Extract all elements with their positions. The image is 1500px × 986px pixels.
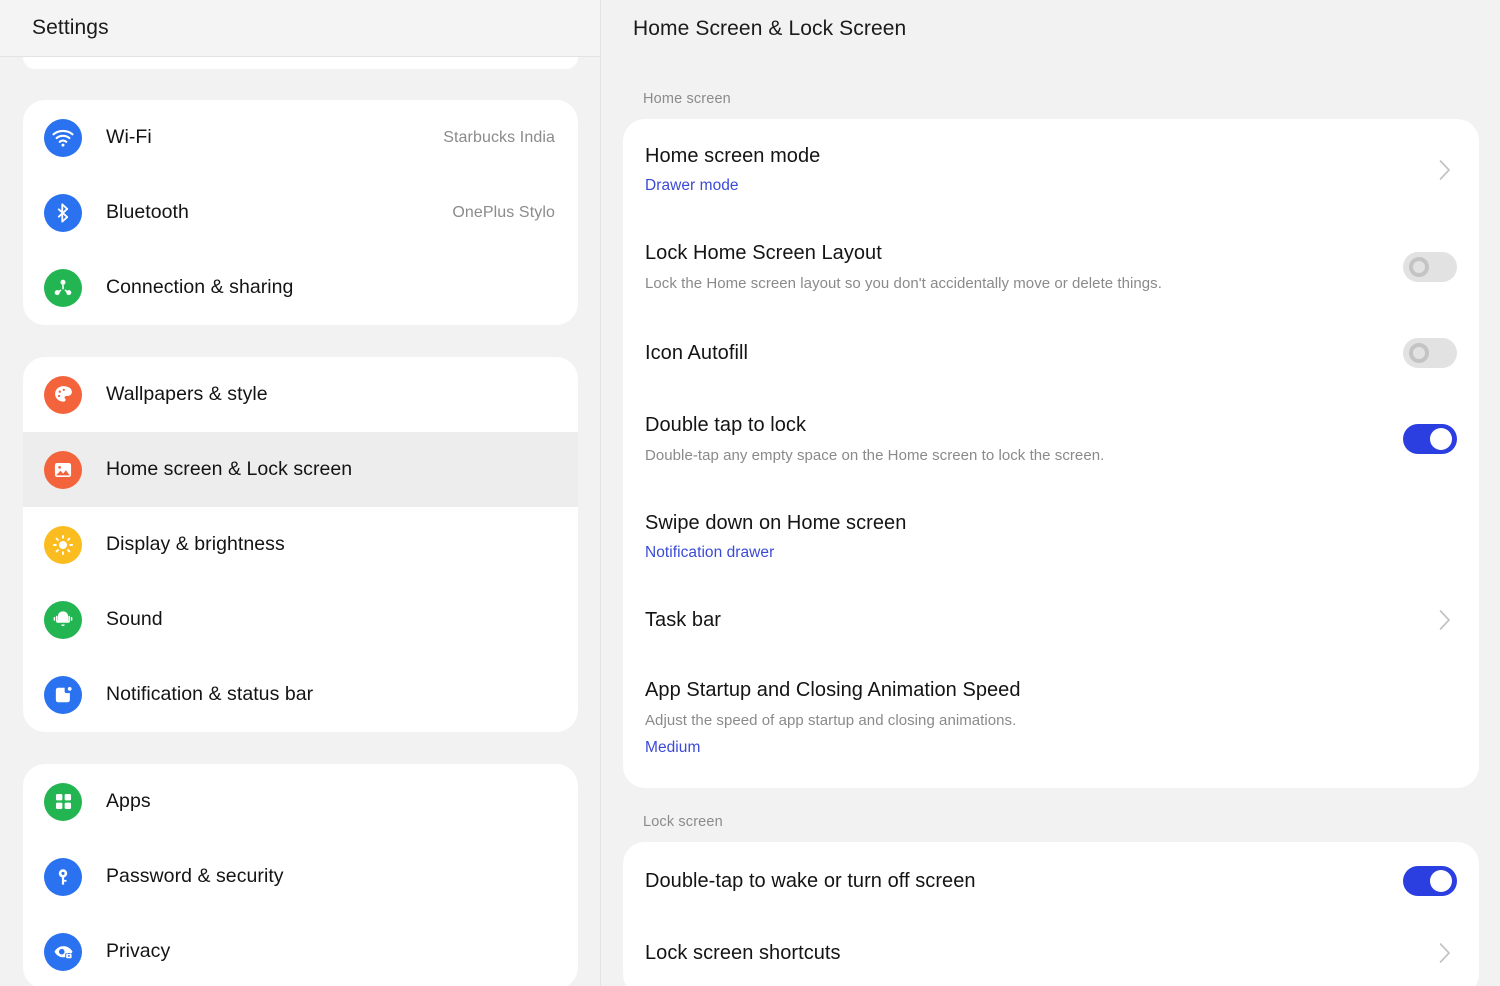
setting-title: App Startup and Closing Animation Speed	[645, 677, 1457, 703]
page-title: Settings	[32, 16, 109, 40]
toggle-knob	[1430, 428, 1452, 450]
notification-icon	[44, 676, 82, 714]
setting-title: Lock Home Screen Layout	[645, 240, 1383, 266]
sidebar-item-display-brightness[interactable]: Display & brightness	[23, 507, 578, 582]
sidebar-group-card: Wallpapers & style Home screen & Lock sc…	[23, 357, 578, 732]
scrolled-card-stub	[23, 57, 578, 69]
toggle-switch[interactable]	[1403, 252, 1457, 282]
setting-description: Lock the Home screen layout so you don't…	[645, 273, 1383, 294]
bluetooth-icon	[44, 194, 82, 232]
setting-text-block: Icon Autofill	[645, 340, 1383, 366]
setting-description: Adjust the speed of app startup and clos…	[645, 710, 1457, 731]
chevron-right-icon[interactable]	[1433, 941, 1457, 965]
sidebar-item-password-security[interactable]: Password & security	[23, 839, 578, 914]
sidebar-item-value: Starbucks India	[443, 129, 555, 147]
sidebar-item-privacy[interactable]: Privacy	[23, 914, 578, 986]
settings-sidebar: Settings Wi-Fi Starbucks India Bluetooth O…	[0, 0, 601, 986]
sidebar-item-label: Home screen & Lock screen	[106, 458, 352, 481]
setting-row[interactable]: Swipe down on Home screen Notification dr…	[645, 488, 1457, 585]
setting-row[interactable]: Double tap to lock Double-tap any empty s…	[645, 390, 1457, 488]
sidebar-item-value: OnePlus Stylo	[452, 204, 555, 222]
setting-title: Lock screen shortcuts	[645, 940, 1413, 966]
setting-row[interactable]: Task bar	[645, 585, 1457, 655]
connection-sharing-icon	[44, 269, 82, 307]
setting-row[interactable]: Icon Autofill	[645, 316, 1457, 390]
panel-divider	[600, 0, 601, 986]
content-panel: Home Screen & Lock Screen Home screenHom…	[601, 0, 1500, 986]
setting-text-block: Task bar	[645, 607, 1413, 633]
sidebar-item-label: Wallpapers & style	[106, 383, 268, 406]
setting-title: Task bar	[645, 607, 1413, 633]
sidebar-item-label: Connection & sharing	[106, 276, 293, 299]
sidebar-item-sound[interactable]: Sound	[23, 582, 578, 657]
section-label: Lock screen	[623, 788, 1478, 842]
toggle-knob	[1409, 257, 1429, 277]
sidebar-item-label: Password & security	[106, 865, 284, 888]
section-label: Home screen	[623, 57, 1478, 119]
setting-title: Double tap to lock	[645, 412, 1383, 438]
sun-icon	[44, 526, 82, 564]
palette-icon	[44, 376, 82, 414]
setting-text-block: Double tap to lock Double-tap any empty s…	[645, 412, 1383, 466]
setting-current-value: Medium	[645, 737, 1457, 758]
setting-title: Icon Autofill	[645, 340, 1383, 366]
sidebar-group-card: Apps Password & security Privacy	[23, 764, 578, 986]
sidebar-scroll-area[interactable]: Wi-Fi Starbucks India Bluetooth OnePlus St…	[0, 57, 601, 986]
sidebar-item-notification-status-bar[interactable]: Notification & status bar	[23, 657, 578, 732]
sidebar-item-label: Apps	[106, 790, 151, 813]
toggle-switch[interactable]	[1403, 424, 1457, 454]
sidebar-item-bluetooth[interactable]: Bluetooth OnePlus Stylo	[23, 175, 578, 250]
setting-text-block: App Startup and Closing Animation Speed A…	[645, 677, 1457, 758]
setting-text-block: Lock screen shortcuts	[645, 940, 1413, 966]
sidebar-item-label: Display & brightness	[106, 533, 285, 556]
toggle-knob	[1430, 870, 1452, 892]
toggle-knob	[1409, 343, 1429, 363]
sidebar-item-apps[interactable]: Apps	[23, 764, 578, 839]
sidebar-item-label: Bluetooth	[106, 201, 189, 224]
content-title: Home Screen & Lock Screen	[633, 17, 906, 41]
setting-row[interactable]: Home screen mode Drawer mode	[645, 119, 1457, 218]
setting-current-value: Notification drawer	[645, 542, 1457, 563]
sidebar-item-wi-fi[interactable]: Wi-Fi Starbucks India	[23, 100, 578, 175]
setting-current-value: Drawer mode	[645, 175, 1413, 196]
apps-grid-icon	[44, 783, 82, 821]
chevron-right-icon[interactable]	[1433, 608, 1457, 632]
sidebar-item-label: Wi-Fi	[106, 126, 152, 149]
setting-row[interactable]: Lock Home Screen Layout Lock the Home scr…	[645, 218, 1457, 316]
settings-app-window: Settings Wi-Fi Starbucks India Bluetooth O…	[0, 0, 1500, 986]
setting-title: Swipe down on Home screen	[645, 510, 1457, 536]
setting-title: Home screen mode	[645, 143, 1413, 169]
sidebar-item-label: Privacy	[106, 940, 170, 963]
settings-panel-card: Home screen mode Drawer mode Lock Home Sc…	[623, 119, 1479, 788]
toggle-switch[interactable]	[1403, 866, 1457, 896]
key-icon	[44, 858, 82, 896]
setting-text-block: Home screen mode Drawer mode	[645, 143, 1413, 196]
image-icon	[44, 451, 82, 489]
content-scroll-area[interactable]: Home screen Home screen mode Drawer mode L…	[601, 57, 1500, 986]
toggle-switch[interactable]	[1403, 338, 1457, 368]
bell-icon	[44, 601, 82, 639]
setting-title: Double-tap to wake or turn off screen	[645, 868, 1383, 894]
sidebar-header: Settings	[0, 0, 601, 57]
wifi-icon	[44, 119, 82, 157]
chevron-right-icon[interactable]	[1433, 158, 1457, 182]
setting-text-block: Double-tap to wake or turn off screen	[645, 868, 1383, 894]
settings-panel-card: Double-tap to wake or turn off screen Loc…	[623, 842, 1479, 986]
setting-row[interactable]: Double-tap to wake or turn off screen	[645, 842, 1457, 918]
setting-description: Double-tap any empty space on the Home s…	[645, 445, 1383, 466]
setting-text-block: Lock Home Screen Layout Lock the Home scr…	[645, 240, 1383, 294]
setting-row[interactable]: Lock screen shortcuts	[645, 918, 1457, 986]
sidebar-item-label: Notification & status bar	[106, 683, 313, 706]
sidebar-item-connection-sharing[interactable]: Connection & sharing	[23, 250, 578, 325]
content-header: Home Screen & Lock Screen	[601, 0, 1500, 57]
setting-row[interactable]: App Startup and Closing Animation Speed A…	[645, 655, 1457, 788]
setting-text-block: Swipe down on Home screen Notification dr…	[645, 510, 1457, 563]
sidebar-item-label: Sound	[106, 608, 163, 631]
privacy-eye-icon	[44, 933, 82, 971]
sidebar-item-home-screen-lock-screen[interactable]: Home screen & Lock screen	[23, 432, 578, 507]
sidebar-group-card: Wi-Fi Starbucks India Bluetooth OnePlus St…	[23, 100, 578, 325]
sidebar-item-wallpapers-style[interactable]: Wallpapers & style	[23, 357, 578, 432]
